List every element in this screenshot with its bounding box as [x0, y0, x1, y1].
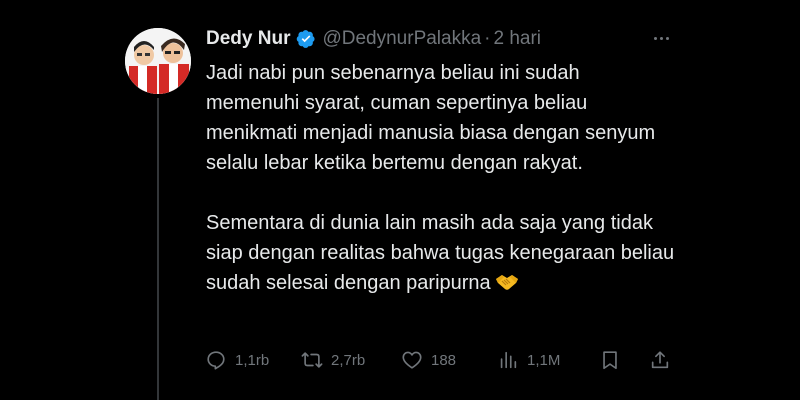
share-icon [651, 351, 669, 369]
reply-count: 1,1rb [235, 351, 270, 369]
tweet-header: Dedy Nur @DedynurPalakka · 2 hari [206, 26, 541, 52]
tweet-paragraph-2-text: Sementara di dunia lain masih ada saja y… [206, 212, 675, 294]
like-button[interactable]: 188 [401, 348, 456, 372]
views-icon [500, 351, 517, 369]
views-button[interactable]: 1,1M [497, 348, 560, 372]
share-button[interactable] [649, 348, 671, 372]
tweet-text: Jadi nabi pun sebenarnya beliau ini suda… [206, 58, 676, 301]
avatar-illustration [125, 28, 191, 94]
tweet-paragraph-1: Jadi nabi pun sebenarnya beliau ini suda… [206, 62, 656, 174]
heart-icon [402, 351, 422, 369]
like-count: 188 [431, 351, 457, 369]
tweet-timestamp[interactable]: 2 hari [494, 28, 542, 50]
repost-count: 2,7rb [331, 351, 366, 369]
verified-badge-icon [296, 29, 316, 49]
avatar[interactable] [125, 28, 191, 94]
separator-dot: · [484, 28, 491, 49]
repost-icon [301, 352, 323, 368]
views-count: 1,1M [527, 351, 561, 369]
tweet-paragraph-2: Sementara di dunia lain masih ada saja y… [206, 208, 676, 301]
reply-icon [207, 351, 225, 370]
tweet-actions-bar: 1,1rb 2,7rb 188 1,1M [0, 348, 800, 372]
author-display-name[interactable]: Dedy Nur [206, 28, 290, 50]
author-handle[interactable]: @DedynurPalakka [322, 28, 481, 50]
reply-button[interactable]: 1,1rb [205, 348, 269, 372]
handshake-emoji [495, 271, 519, 301]
repost-button[interactable]: 2,7rb [301, 348, 365, 372]
more-dots-icon[interactable] [648, 28, 674, 48]
bookmark-icon [603, 351, 617, 370]
bookmark-button[interactable] [599, 348, 621, 372]
